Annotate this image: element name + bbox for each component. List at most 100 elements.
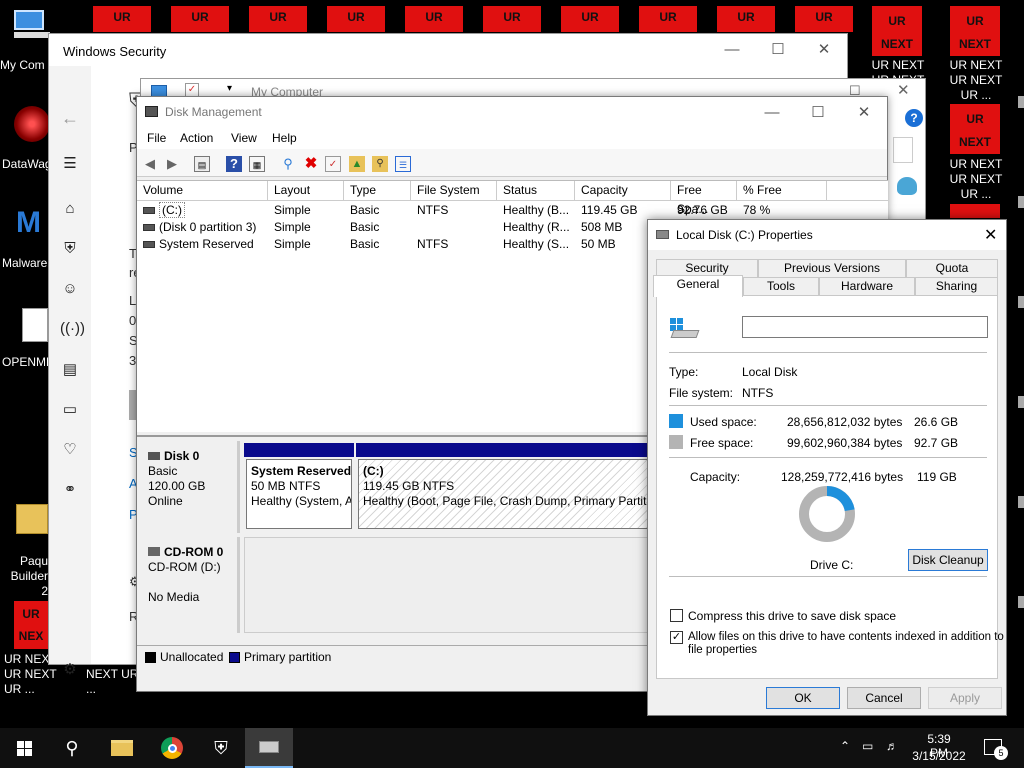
desktop-label[interactable]: My Com (0, 58, 48, 73)
desktop-label[interactable]: OPENME (2, 355, 54, 370)
windows-security-button[interactable]: ⛨ (197, 728, 245, 768)
menu-view[interactable]: View (231, 131, 257, 145)
person-icon[interactable]: ☺ (60, 280, 80, 300)
disk-management-button[interactable] (245, 728, 293, 768)
hamburger-menu-icon[interactable]: ☰ (60, 154, 80, 174)
disk-0-label[interactable]: Disk 0 Basic 120.00 GB Online (140, 441, 240, 533)
desktop-label[interactable]: UR NEXT UR NEXT UR ... (940, 58, 1012, 103)
tab-general[interactable]: General (653, 275, 743, 297)
column-header[interactable]: File System (411, 181, 497, 201)
column-header[interactable]: Layout (268, 181, 344, 201)
ur-next-tile[interactable]: UR NEX (14, 601, 48, 649)
chrome-button[interactable] (148, 728, 196, 768)
network-icon[interactable]: ▭ (862, 739, 873, 753)
ur-next-tile[interactable]: UR NEXT (872, 6, 922, 56)
ur-next-tile[interactable]: UR NEXT (950, 104, 1000, 154)
compress-label[interactable]: Compress this drive to save disk space (688, 609, 896, 623)
heart-pulse-icon[interactable]: ♡ (60, 440, 80, 460)
ur-tile[interactable]: UR (795, 6, 853, 32)
app-browser-icon[interactable]: ▤ (60, 360, 80, 380)
file-explorer-button[interactable] (98, 728, 146, 768)
menu-file[interactable]: File (147, 131, 166, 145)
tab-sharing[interactable]: Sharing (915, 277, 998, 295)
folder-up-icon[interactable]: ▲ (349, 156, 365, 172)
ur-tile[interactable]: UR (717, 6, 775, 32)
cdrom-area[interactable] (244, 537, 656, 633)
computer-icon[interactable] (14, 10, 50, 38)
back-arrow-icon[interactable]: ← (60, 108, 80, 128)
apply-button[interactable]: Apply (928, 687, 1002, 709)
properties-icon[interactable]: ✓ (185, 83, 199, 97)
wifi-signal-icon[interactable]: ((·)) (60, 320, 85, 340)
ur-tile[interactable]: UR (327, 6, 385, 32)
search-button[interactable]: ⚲ (48, 728, 96, 768)
show-hidden-icons[interactable]: ⌃ (840, 739, 850, 753)
ok-button[interactable]: OK (766, 687, 840, 709)
start-button[interactable] (0, 728, 48, 768)
title-bar[interactable]: Disk Management — ☐ ✕ (137, 97, 887, 127)
minimize-icon[interactable]: — (749, 97, 795, 129)
folder-search-icon[interactable]: ⚲ (372, 156, 388, 172)
document-icon[interactable] (22, 308, 48, 342)
connect-icon[interactable]: ⚲ (280, 156, 296, 172)
tab-previous-versions[interactable]: Previous Versions (758, 259, 906, 277)
family-icon[interactable]: ⚭ (60, 480, 80, 500)
tab-hardware[interactable]: Hardware (819, 277, 915, 295)
minimize-icon[interactable]: — (709, 34, 755, 66)
close-icon[interactable]: ✕ (897, 81, 910, 99)
cancel-button[interactable]: Cancel (847, 687, 921, 709)
ur-tile[interactable]: UR (639, 6, 697, 32)
menu-help[interactable]: Help (272, 131, 297, 145)
help-icon[interactable]: ? (226, 156, 242, 172)
desktop-label[interactable]: UR NEXT UR NEXT UR ... (940, 157, 1012, 202)
index-label[interactable]: Allow files on this drive to have conten… (688, 631, 1004, 643)
maximize-icon[interactable]: ☐ (755, 34, 801, 66)
close-icon[interactable]: ✕ (801, 34, 847, 66)
index-label-continued[interactable]: file properties (688, 644, 757, 656)
close-icon[interactable]: ✕ (841, 97, 887, 129)
ur-tile[interactable]: UR (171, 6, 229, 32)
maximize-icon[interactable]: ☐ (795, 97, 841, 129)
clock-date[interactable]: 3/15/2022 (911, 749, 967, 763)
column-header[interactable]: Volume (137, 181, 268, 201)
desktop-label[interactable]: Malware (2, 256, 48, 271)
column-header[interactable]: Free Spa... (671, 181, 737, 216)
cdrom-0-label[interactable]: CD-ROM 0 CD-ROM (D:) No Media (140, 537, 240, 633)
list-view-icon[interactable]: ▤ (194, 156, 210, 172)
search-box[interactable] (893, 137, 913, 163)
ur-tile[interactable]: UR (249, 6, 307, 32)
desktop-label[interactable]: Paqu Builder 2 (2, 554, 48, 599)
gear-icon[interactable]: ⚙ (60, 660, 80, 680)
column-header[interactable]: Type (344, 181, 411, 201)
shield-icon[interactable]: ⛨ (60, 240, 80, 260)
chevron-down-icon[interactable]: ▾ (227, 83, 232, 94)
desktop-label[interactable]: DataWag (2, 157, 52, 172)
check-icon[interactable]: ✓ (325, 156, 341, 172)
back-icon[interactable]: ◀ (142, 156, 158, 172)
folder-icon[interactable] (16, 504, 48, 534)
ur-next-tile[interactable]: UR NEXT (950, 6, 1000, 56)
compress-checkbox[interactable] (670, 609, 683, 622)
ur-tile[interactable]: UR (93, 6, 151, 32)
forward-icon[interactable]: ▶ (164, 156, 180, 172)
column-header[interactable]: Status (497, 181, 575, 201)
properties-icon[interactable]: ☰ (395, 156, 411, 172)
close-icon[interactable]: ✕ (984, 225, 997, 245)
ur-tile[interactable]: UR (483, 6, 541, 32)
laptop-icon[interactable]: ▭ (60, 400, 80, 420)
ur-tile[interactable]: UR (405, 6, 463, 32)
tab-tools[interactable]: Tools (743, 277, 819, 295)
delete-icon[interactable]: ✖ (303, 156, 319, 172)
ur-tile[interactable]: UR (561, 6, 619, 32)
column-header[interactable]: Capacity (575, 181, 671, 201)
tab-quota[interactable]: Quota (906, 259, 998, 277)
datawag-icon[interactable] (14, 106, 50, 142)
index-checkbox[interactable]: ✓ (670, 631, 683, 644)
column-header[interactable]: % Free (737, 181, 827, 201)
home-icon[interactable]: ⌂ (60, 200, 80, 220)
volume-icon[interactable]: ♬ (886, 739, 898, 753)
volume-label-input[interactable] (742, 316, 988, 338)
help-icon[interactable]: ? (905, 109, 923, 127)
properties-dialog[interactable]: Local Disk (C:) Properties ✕ Security Pr… (647, 219, 1007, 716)
table-icon[interactable]: ▦ (249, 156, 265, 172)
